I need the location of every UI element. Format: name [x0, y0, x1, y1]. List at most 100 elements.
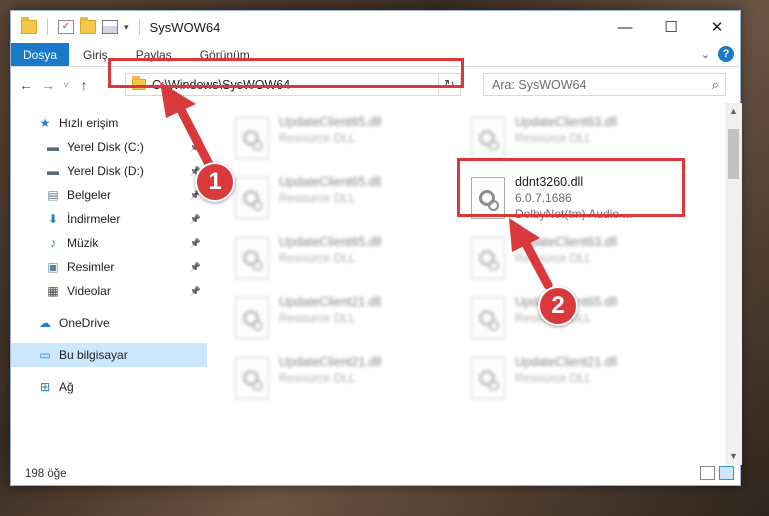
- scrollbar-thumb[interactable]: [728, 129, 739, 179]
- pin-icon[interactable]: 📌: [190, 238, 201, 249]
- search-placeholder: Ara: SysWOW64: [492, 77, 587, 92]
- documents-icon: ▤: [47, 188, 59, 202]
- sidebar-item-a[interactable]: ⊞ Ağ: [11, 375, 207, 399]
- pin-icon[interactable]: 📌: [190, 214, 201, 225]
- properties-check-icon[interactable]: ✓: [58, 20, 74, 34]
- view-switcher: [700, 466, 734, 480]
- file-name: UpdateClient65.dll: [279, 115, 382, 129]
- title-bar: ✓ ▾ SysWOW64 — ☐ ✕: [11, 11, 740, 43]
- sidebar-item-yerel-disk-c[interactable]: ▬ Yerel Disk (C:) 📌: [11, 135, 207, 159]
- new-folder-icon[interactable]: [80, 17, 96, 34]
- file-detail: Resource DLL: [279, 311, 356, 325]
- minimize-button[interactable]: —: [602, 11, 648, 43]
- file-meta: UpdateClient21.dll Resource DLL: [279, 355, 381, 385]
- large-icons-view-icon[interactable]: [719, 466, 734, 480]
- sidebar-item-bu-bilgisayar[interactable]: ▭ Bu bilgisayar: [11, 343, 207, 367]
- sidebar-item-yerel-disk-d[interactable]: ▬ Yerel Disk (D:) 📌: [11, 159, 207, 183]
- sidebar-item-label: Resimler: [67, 260, 115, 274]
- dll-gear-icon: [235, 237, 269, 279]
- computer-icon: ▭: [39, 348, 51, 362]
- dll-gear-icon: [471, 117, 505, 159]
- file-detail: Resource DLL: [279, 191, 356, 205]
- recent-locations-chevron-icon[interactable]: ˅: [59, 74, 73, 96]
- status-bar: 198 öğe: [11, 463, 740, 485]
- file-item[interactable]: UpdateClient63.dll Resource DLL: [471, 235, 691, 285]
- tab-file[interactable]: Dosya: [11, 43, 70, 66]
- dll-gear-icon: [235, 297, 269, 339]
- navigation-pane: ★ Hızlı erişim ▬ Yerel Disk (C:) 📌 ▬ Yerel Dis…: [11, 103, 207, 465]
- file-highlight: [457, 158, 685, 217]
- up-arrow-icon[interactable]: ↑: [73, 74, 95, 96]
- sidebar-item-resimler[interactable]: ▣ Resimler 📌: [11, 255, 207, 279]
- pin-icon[interactable]: 📌: [190, 142, 201, 153]
- file-name: UpdateClient65.dll: [279, 175, 382, 189]
- network-icon: ⊞: [39, 380, 51, 394]
- file-item[interactable]: UpdateClient21.dll Resource DLL: [235, 295, 455, 345]
- sidebar-item-label: OneDrive: [59, 316, 110, 330]
- cloud-icon: ☁: [39, 316, 51, 330]
- file-item[interactable]: UpdateClient21.dll Resource DLL: [235, 355, 455, 405]
- file-item[interactable]: UpdateClient65.dll Resource DLL: [235, 175, 455, 225]
- sidebar-item-videolar[interactable]: ▦ Videolar 📌: [11, 279, 207, 303]
- details-view-icon[interactable]: [700, 466, 715, 480]
- file-item[interactable]: UpdateClient65.dllResource DLL: [471, 295, 691, 345]
- scroll-up-icon[interactable]: ▲: [725, 103, 742, 120]
- file-detail: Resource DLL: [515, 131, 592, 145]
- file-detail: Resource DLL: [515, 371, 592, 385]
- sidebar-item-label: Yerel Disk (C:): [67, 140, 144, 154]
- sidebar-item-belgeler[interactable]: ▤ Belgeler 📌: [11, 183, 207, 207]
- dll-gear-icon: [235, 117, 269, 159]
- help-icon[interactable]: ?: [718, 46, 734, 62]
- file-detail: Resource DLL: [279, 131, 356, 145]
- item-count: 198 öğe: [25, 468, 67, 480]
- pin-icon[interactable]: 📌: [190, 286, 201, 297]
- file-meta: UpdateClient21.dll Resource DLL: [515, 355, 617, 385]
- pin-icon[interactable]: 📌: [190, 262, 201, 273]
- sidebar-item-i-ndirmeler[interactable]: ⬇ İndirmeler 📌: [11, 207, 207, 231]
- video-icon: ▦: [47, 284, 59, 298]
- drive-icon: ▬: [47, 164, 59, 178]
- file-name: UpdateClient21.dll: [279, 355, 382, 369]
- sidebar-item-h-zl-eri-im[interactable]: ★ Hızlı erişim: [11, 111, 207, 135]
- file-meta: UpdateClient63.dll Resource DLL: [515, 115, 617, 145]
- view-options-icon[interactable]: [102, 20, 118, 34]
- sidebar-item-label: Yerel Disk (D:): [67, 164, 144, 178]
- file-detail: Resource DLL: [515, 251, 592, 265]
- close-button[interactable]: ✕: [694, 11, 740, 43]
- address-bar-highlight: [108, 58, 464, 88]
- download-icon: ⬇: [47, 212, 59, 226]
- toolbar-divider: [138, 19, 140, 35]
- sidebar-item-m-zik[interactable]: ♪ Müzik 📌: [11, 231, 207, 255]
- window-title: SysWOW64: [149, 19, 221, 35]
- forward-arrow-icon[interactable]: →: [37, 74, 59, 96]
- back-arrow-icon[interactable]: ←: [15, 74, 37, 96]
- file-meta: UpdateClient65.dll Resource DLL: [279, 175, 381, 205]
- file-detail: Resource DLL: [279, 371, 356, 385]
- chevron-down-icon[interactable]: ⌄: [701, 48, 710, 61]
- file-meta: UpdateClient63.dll Resource DLL: [515, 235, 617, 265]
- drive-icon: ▬: [47, 140, 59, 154]
- file-item[interactable]: UpdateClient65.dll Resource DLL: [235, 115, 455, 165]
- file-name: UpdateClient63.dll: [515, 115, 618, 129]
- dll-gear-icon: [235, 357, 269, 399]
- file-item[interactable]: UpdateClient21.dll Resource DLL: [471, 355, 691, 405]
- ribbon-right-controls: ⌄ ?: [701, 46, 734, 62]
- quick-access-toolbar: ✓ ▾: [11, 11, 144, 43]
- sidebar-item-onedrive[interactable]: ☁ OneDrive: [11, 311, 207, 335]
- vertical-scrollbar[interactable]: ▲ ▼: [725, 103, 742, 465]
- search-input[interactable]: Ara: SysWOW64 ⌕: [483, 73, 726, 96]
- search-icon[interactable]: ⌕: [712, 77, 719, 93]
- sidebar-item-label: Ağ: [59, 380, 74, 394]
- step-2-badge: 2: [538, 286, 578, 326]
- file-detail: Resource DLL: [279, 251, 356, 265]
- dll-gear-icon: [235, 177, 269, 219]
- sidebar-item-label: İndirmeler: [67, 212, 121, 226]
- toolbar-divider: [47, 19, 48, 35]
- step-1-badge: 1: [195, 162, 235, 202]
- dll-gear-icon: [471, 297, 505, 339]
- file-item[interactable]: UpdateClient65.dllResource DLL: [235, 235, 455, 285]
- sidebar-item-label: Bu bilgisayar: [59, 348, 128, 362]
- file-meta: UpdateClient65.dll Resource DLL: [279, 235, 381, 265]
- maximize-button[interactable]: ☐: [648, 11, 694, 43]
- customize-chevron-icon[interactable]: ▾: [124, 22, 129, 33]
